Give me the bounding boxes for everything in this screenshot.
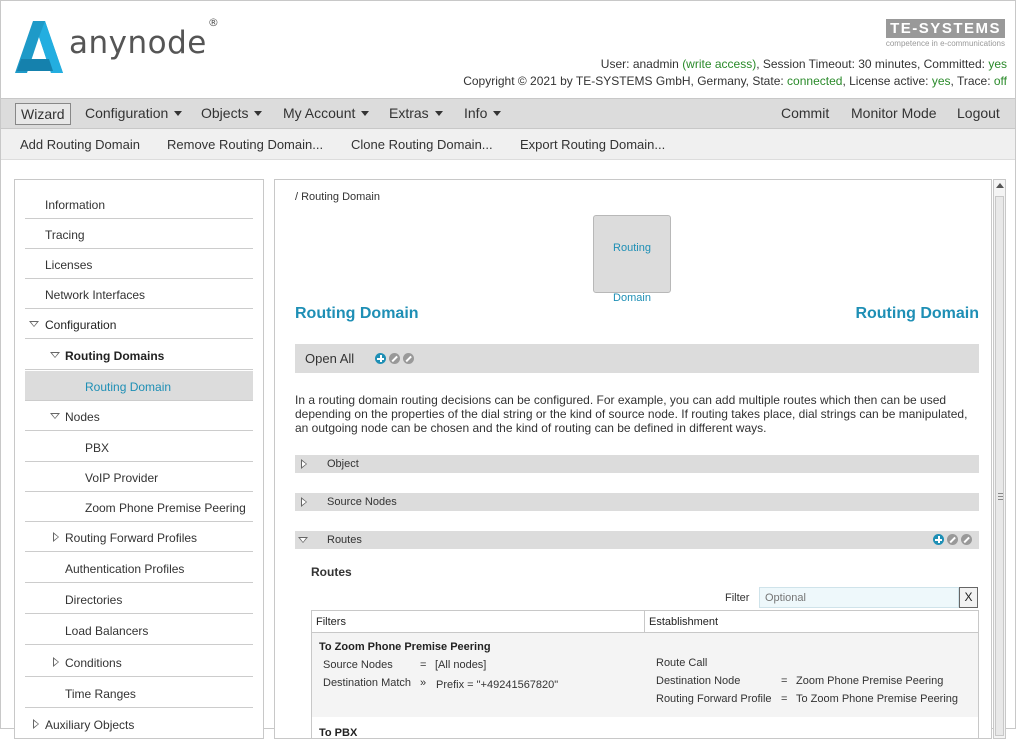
user-status-line: User: anadmin (write access), Session Ti… — [600, 57, 1007, 71]
edit-route-icon[interactable] — [947, 534, 958, 545]
remove-routing-domain-button[interactable]: Remove Routing Domain... — [167, 137, 323, 152]
routing-domain-node-tile[interactable]: Routing Domain — [593, 215, 671, 304]
sidebar-item-licenses[interactable]: Licenses — [25, 249, 253, 279]
filter-input[interactable] — [759, 587, 959, 608]
sidebar-item-information[interactable]: Information — [25, 189, 253, 219]
menu-info[interactable]: Info — [464, 105, 502, 121]
sidebar-item-tracing[interactable]: Tracing — [25, 219, 253, 249]
route-name: To Zoom Phone Premise Peering — [319, 641, 491, 653]
brand-tagline: competence in e-communications — [885, 39, 1005, 48]
main-content: / Routing Domain Routing Domain Routing D… — [274, 179, 992, 739]
license-status: yes — [931, 74, 951, 88]
section-routes[interactable]: Routes — [295, 531, 979, 549]
sidebar-item-pbx[interactable]: PBX — [25, 432, 253, 462]
expand-triangle-icon[interactable] — [298, 537, 308, 543]
filter-label: Filter — [725, 592, 750, 604]
wizard-button[interactable]: Wizard — [15, 103, 71, 125]
sidebar-item-authentication-profiles[interactable]: Authentication Profiles — [25, 553, 253, 583]
sidebar-item-routing-domains[interactable]: Routing Domains — [25, 340, 253, 370]
app-header: anynode® TE-SYSTEMS competence in e-comm… — [1, 1, 1016, 98]
copyright-line: Copyright © 2021 by TE-SYSTEMS GmbH, Ger… — [463, 74, 1007, 88]
open-all-button[interactable]: Open All — [305, 351, 354, 366]
navigation-sidebar: Information Tracing Licenses Network Int… — [14, 179, 264, 739]
description-text: In a routing domain routing decisions ca… — [295, 393, 968, 435]
sidebar-item-load-balancers[interactable]: Load Balancers — [25, 615, 253, 645]
table-row[interactable]: To Zoom Phone Premise Peering Source Nod… — [312, 633, 978, 717]
monitor-mode-button[interactable]: Monitor Mode — [851, 105, 937, 121]
chevron-down-icon — [434, 110, 443, 116]
user-access: (write access) — [682, 57, 757, 71]
user-name: anadmin — [632, 57, 679, 71]
menu-configuration[interactable]: Configuration — [85, 105, 183, 121]
sidebar-item-auxiliary-objects[interactable]: Auxiliary Objects — [25, 709, 253, 738]
sidebar-item-conditions[interactable]: Conditions — [25, 647, 253, 677]
add-route-icon[interactable] — [933, 534, 944, 545]
sidebar-item-network-interfaces[interactable]: Network Interfaces — [25, 279, 253, 309]
sidebar-item-routing-forward-profiles[interactable]: Routing Forward Profiles — [25, 522, 253, 552]
sidebar-item-voip-provider[interactable]: VoIP Provider — [25, 462, 253, 492]
collapse-triangle-icon[interactable] — [301, 497, 307, 507]
collapse-triangle-icon[interactable] — [53, 657, 59, 667]
routes-heading: Routes — [311, 565, 352, 579]
expand-triangle-icon[interactable] — [29, 321, 39, 327]
collapse-triangle-icon[interactable] — [33, 719, 39, 729]
brand-logo: TE-SYSTEMS competence in e-communication… — [865, 19, 1005, 48]
clone-routing-domain-button[interactable]: Clone Routing Domain... — [351, 137, 493, 152]
main-menu-bar: Wizard Configuration Objects My Account … — [1, 98, 1015, 129]
sidebar-item-routing-domain[interactable]: Routing Domain — [25, 371, 253, 401]
export-routing-domain-button[interactable]: Export Routing Domain... — [520, 137, 665, 152]
collapse-triangle-icon[interactable] — [53, 532, 59, 542]
sidebar-item-zoom-peering[interactable]: Zoom Phone Premise Peering — [25, 492, 253, 522]
scroll-up-arrow-icon[interactable] — [996, 183, 1004, 188]
state-status: connected — [787, 74, 843, 88]
chevron-down-icon — [493, 110, 502, 116]
add-icon[interactable] — [375, 353, 386, 364]
page-title: Routing Domain — [295, 305, 419, 322]
vertical-scrollbar[interactable] — [993, 179, 1006, 739]
menu-my-account[interactable]: My Account — [283, 105, 370, 121]
remove-icon[interactable] — [403, 353, 414, 364]
breadcrumb: / Routing Domain — [295, 191, 380, 203]
sidebar-item-directories[interactable]: Directories — [25, 584, 253, 614]
anynode-logo-icon — [15, 21, 63, 73]
trace-status: off — [993, 74, 1007, 88]
action-bar: Add Routing Domain Remove Routing Domain… — [1, 129, 1015, 160]
edit-icon[interactable] — [389, 353, 400, 364]
chevron-down-icon — [174, 110, 183, 116]
sidebar-item-nodes[interactable]: Nodes — [25, 401, 253, 431]
menu-extras[interactable]: Extras — [389, 105, 443, 121]
section-source-nodes[interactable]: Source Nodes — [295, 493, 979, 511]
section-object[interactable]: Object — [295, 455, 979, 473]
scrollbar-thumb[interactable] — [995, 196, 1004, 736]
sidebar-item-configuration[interactable]: Configuration — [25, 309, 253, 339]
logout-button[interactable]: Logout — [957, 105, 1000, 121]
column-header-establishment: Establishment — [645, 611, 978, 633]
object-type-title: Routing Domain — [855, 305, 979, 322]
commit-button[interactable]: Commit — [781, 105, 829, 121]
chevron-down-icon — [254, 110, 263, 116]
add-routing-domain-button[interactable]: Add Routing Domain — [20, 137, 140, 152]
app-name: anynode® — [69, 15, 220, 61]
collapse-triangle-icon[interactable] — [301, 459, 307, 469]
brand-name: TE-SYSTEMS — [886, 19, 1005, 38]
menu-objects[interactable]: Objects — [201, 105, 263, 121]
open-all-bar: Open All — [295, 344, 979, 373]
filter-clear-button[interactable]: X — [959, 587, 978, 608]
column-header-filters: Filters — [312, 611, 645, 633]
remove-route-icon[interactable] — [961, 534, 972, 545]
expand-triangle-icon[interactable] — [50, 413, 60, 419]
sidebar-item-time-ranges[interactable]: Time Ranges — [25, 678, 253, 708]
expand-triangle-icon[interactable] — [50, 352, 60, 358]
chevron-down-icon — [361, 110, 370, 116]
committed-status: yes — [988, 57, 1007, 71]
routes-table: Filters Establishment To Zoom Phone Prem… — [311, 610, 979, 738]
